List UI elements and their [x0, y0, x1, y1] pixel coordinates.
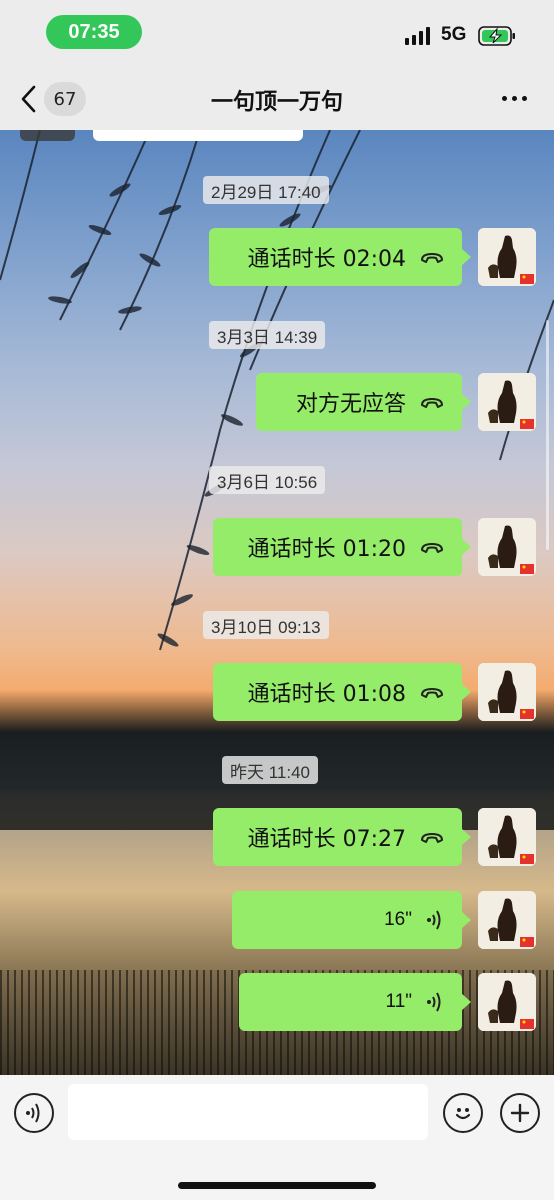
- more-dots-icon[interactable]: [496, 88, 532, 108]
- voice-wave-icon: [426, 991, 444, 1013]
- phone-hangup-icon: [420, 685, 444, 699]
- signal-icon: [405, 27, 430, 45]
- call-message-text: 通话时长 07:27: [247, 827, 406, 852]
- call-message-bubble[interactable]: 对方无应答: [256, 373, 471, 431]
- avatar[interactable]: [478, 518, 536, 576]
- battery-charging-icon: [478, 26, 515, 46]
- call-message-bubble[interactable]: 通话时长 07:27: [213, 808, 471, 866]
- avatar[interactable]: [478, 973, 536, 1031]
- voice-message-bubble[interactable]: 11": [239, 973, 471, 1031]
- call-message-text: 对方无应答: [295, 392, 406, 417]
- phone-hangup-icon: [420, 830, 444, 844]
- scrollbar[interactable]: [546, 320, 549, 550]
- avatar[interactable]: [478, 663, 536, 721]
- phone-hangup-icon: [420, 250, 444, 264]
- emoji-button[interactable]: [443, 1093, 483, 1133]
- avatar[interactable]: [478, 891, 536, 949]
- avatar[interactable]: [478, 373, 536, 431]
- home-indicator: [178, 1182, 376, 1189]
- call-message-text: 通话时长 01:20: [247, 537, 406, 562]
- phone-hangup-icon: [420, 540, 444, 554]
- voice-mode-button[interactable]: [14, 1093, 54, 1133]
- call-message-bubble[interactable]: 通话时长 02:04: [209, 228, 471, 286]
- call-message-text: 通话时长 01:08: [247, 682, 406, 707]
- status-time: 07:35: [46, 15, 142, 49]
- message-timestamp: 昨天 11:40: [222, 756, 319, 784]
- emoji-icon: [455, 1108, 471, 1120]
- message-timestamp: 3月6日 10:56: [209, 466, 326, 494]
- chat-header: 67 一句顶一万句: [0, 66, 554, 130]
- voice-mode-icon: [26, 1103, 40, 1123]
- partial-message-left: [20, 130, 75, 141]
- message-input[interactable]: [68, 1084, 428, 1140]
- chat-input-bar: [0, 1075, 554, 1200]
- voice-duration: 11": [385, 991, 412, 1012]
- voice-message-bubble[interactable]: 16": [232, 891, 471, 949]
- phone-hangup-icon: [420, 395, 444, 409]
- message-timestamp: 2月29日 17:40: [203, 176, 329, 204]
- add-button[interactable]: [500, 1093, 540, 1133]
- status-bar: 07:35 5G: [0, 0, 554, 66]
- plus-icon: [510, 1103, 530, 1123]
- avatar[interactable]: [478, 228, 536, 286]
- call-message-bubble[interactable]: 通话时长 01:08: [213, 663, 471, 721]
- call-message-text: 通话时长 02:04: [247, 247, 406, 272]
- message-timestamp: 3月10日 09:13: [203, 611, 329, 639]
- partial-message-bubble: [93, 130, 303, 141]
- network-label: 5G: [441, 24, 467, 45]
- chat-title: 一句顶一万句: [210, 90, 343, 115]
- avatar[interactable]: [478, 808, 536, 866]
- voice-wave-icon: [426, 909, 444, 931]
- message-timestamp: 3月3日 14:39: [209, 321, 326, 349]
- call-message-bubble[interactable]: 通话时长 01:20: [213, 518, 471, 576]
- voice-duration: 16": [384, 909, 412, 930]
